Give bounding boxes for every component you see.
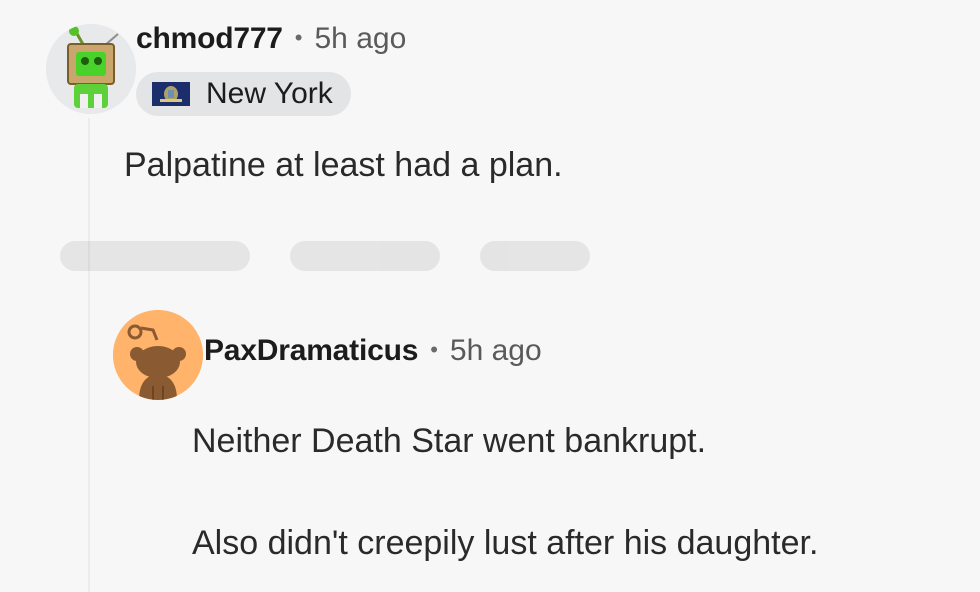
timestamp[interactable]: 5h ago bbox=[315, 22, 407, 56]
snoo-avatar-icon[interactable] bbox=[113, 310, 203, 400]
separator-dot: • bbox=[430, 337, 438, 362]
comment-meta: chmod777 • 5h ago bbox=[136, 22, 406, 56]
robot-avatar-icon[interactable] bbox=[46, 24, 136, 114]
user-flair: New York bbox=[136, 72, 351, 116]
username[interactable]: PaxDramaticus bbox=[204, 334, 418, 368]
new-york-flag-icon bbox=[152, 82, 190, 106]
timestamp[interactable]: 5h ago bbox=[450, 334, 542, 368]
comment-body-paragraph: Also didn't creepily lust after his daug… bbox=[192, 524, 819, 562]
comment-body-paragraph: Neither Death Star went bankrupt. bbox=[192, 422, 707, 460]
username[interactable]: chmod777 bbox=[136, 22, 283, 56]
comment-meta: PaxDramaticus • 5h ago bbox=[204, 334, 542, 368]
comment-body: Palpatine at least had a plan. bbox=[124, 146, 563, 184]
flair-label: New York bbox=[206, 77, 333, 110]
separator-dot: • bbox=[294, 25, 303, 50]
thread-line[interactable] bbox=[88, 118, 90, 592]
comment-actions-faint bbox=[60, 236, 720, 276]
